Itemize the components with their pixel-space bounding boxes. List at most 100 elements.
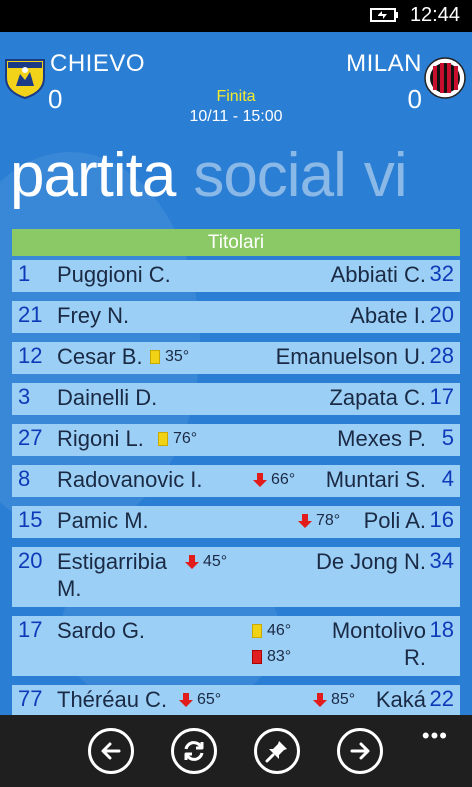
away-event: 85° bbox=[312, 691, 355, 709]
away-player-name: Emanuelson U. bbox=[275, 344, 426, 369]
lineup-row[interactable]: 12 Cesar B. 35° Emanuelson U. 28 bbox=[12, 342, 460, 374]
yellow-card-icon bbox=[150, 350, 160, 364]
away-player-name: Abbiati C. bbox=[330, 262, 426, 287]
lineup-row[interactable]: 8 Radovanovic I. 66° Muntari S. 4 bbox=[12, 465, 460, 497]
lineup-row[interactable]: 21 Frey N. Abate I. 20 bbox=[12, 301, 460, 333]
home-player-number: 27 bbox=[18, 425, 43, 450]
home-player-number: 1 bbox=[18, 261, 31, 286]
lineup-row[interactable]: 15 Pamic M. 78° Poli A. 16 bbox=[12, 506, 460, 538]
substitution-out-icon bbox=[253, 473, 267, 487]
event-minute: 78° bbox=[316, 512, 341, 529]
away-player-number: 17 bbox=[429, 384, 454, 409]
home-player-number: 20 bbox=[18, 548, 43, 573]
away-event-yellow: 46° bbox=[252, 622, 291, 640]
lineup-row[interactable]: 20 Estigarribia M. 45° De Jong N. 34 bbox=[12, 547, 460, 607]
event-minute: 85° bbox=[331, 691, 356, 708]
match-datetime: 10/11 - 15:00 bbox=[189, 108, 283, 125]
event-minute: 83° bbox=[267, 648, 292, 665]
lineup-row[interactable]: 17 Sardo G. 46° 83° Montolivo R. 18 bbox=[12, 616, 460, 676]
away-player-number: 5 bbox=[441, 425, 454, 450]
away-player-number: 22 bbox=[429, 686, 454, 711]
away-player-number: 32 bbox=[429, 261, 454, 286]
away-player-number: 16 bbox=[429, 507, 454, 532]
home-player-name: Dainelli D. bbox=[57, 385, 158, 410]
home-player-number: 12 bbox=[18, 343, 43, 368]
lineup-row[interactable]: 77 Théréau C. 65° 85° Kaká 22 bbox=[12, 685, 460, 715]
away-player-number: 20 bbox=[429, 302, 454, 327]
lineup-row[interactable]: 27 Rigoni L. 76° Mexes P. 5 bbox=[12, 424, 460, 456]
away-player-number: 34 bbox=[429, 548, 454, 573]
pivot-header: partita social vi bbox=[10, 140, 425, 211]
forward-button[interactable] bbox=[337, 728, 383, 774]
yellow-card-icon bbox=[158, 432, 168, 446]
tab-next[interactable]: vi bbox=[364, 141, 408, 210]
tab-partita[interactable]: partita bbox=[10, 141, 176, 210]
away-player-name: Montolivo R. bbox=[332, 617, 426, 671]
red-card-icon bbox=[252, 650, 262, 664]
substitution-out-icon bbox=[185, 555, 199, 569]
home-event: 45° bbox=[184, 553, 227, 571]
away-player-name: Kaká bbox=[375, 687, 426, 712]
home-event: 35° bbox=[150, 348, 189, 366]
home-player-name: Pamic M. bbox=[57, 508, 149, 533]
away-player-name-line2: R. bbox=[404, 645, 426, 670]
match-status: Finita bbox=[216, 88, 256, 105]
event-minute: 35° bbox=[165, 348, 190, 365]
away-player-number: 4 bbox=[441, 466, 454, 491]
lineup-row[interactable]: 3 Dainelli D. Zapata C. 17 bbox=[12, 383, 460, 415]
away-player-number: 18 bbox=[429, 617, 454, 642]
event-minute: 76° bbox=[173, 430, 198, 447]
substitution-out-icon bbox=[313, 693, 327, 707]
refresh-icon bbox=[184, 741, 204, 761]
away-player-number: 28 bbox=[429, 343, 454, 368]
substitution-out-icon bbox=[298, 514, 312, 528]
forward-arrow-icon bbox=[350, 742, 370, 760]
lineup-section-header: Titolari bbox=[12, 229, 460, 256]
event-minute: 65° bbox=[197, 691, 222, 708]
status-bar: 12:44 bbox=[0, 0, 472, 32]
home-player-name: Radovanovic I. bbox=[57, 467, 203, 492]
event-minute: 45° bbox=[203, 553, 228, 570]
battery-charging-icon bbox=[370, 8, 398, 22]
tab-social[interactable]: social bbox=[193, 141, 347, 210]
home-team-name: CHIEVO bbox=[50, 50, 146, 77]
home-event: 78° bbox=[297, 512, 340, 530]
home-player-number: 8 bbox=[18, 466, 31, 491]
away-event-red: 83° bbox=[252, 648, 291, 666]
pin-icon bbox=[265, 741, 287, 763]
home-player-name: Théréau C. bbox=[57, 687, 168, 712]
away-team-name: MILAN bbox=[346, 50, 422, 77]
status-time: 12:44 bbox=[409, 4, 460, 26]
away-player-name: Muntari S. bbox=[325, 467, 426, 492]
home-player-name: Estigarribia M. bbox=[57, 548, 167, 602]
away-player-name: De Jong N. bbox=[315, 549, 426, 574]
substitution-out-icon bbox=[179, 693, 193, 707]
home-player-number: 21 bbox=[18, 302, 43, 327]
home-player-name: Cesar B. bbox=[57, 344, 143, 369]
back-button[interactable] bbox=[88, 728, 134, 774]
lineup-list: 1 Puggioni C. Abbiati C. 32 21 Frey N. A… bbox=[12, 260, 460, 715]
home-event: 76° bbox=[158, 430, 197, 448]
lineup-row[interactable]: 1 Puggioni C. Abbiati C. 32 bbox=[12, 260, 460, 292]
home-player-number: 17 bbox=[18, 617, 43, 642]
home-player-number: 15 bbox=[18, 507, 43, 532]
refresh-button[interactable] bbox=[171, 728, 217, 774]
event-minute: 46° bbox=[267, 622, 292, 639]
away-player-name: Zapata C. bbox=[329, 385, 426, 410]
home-player-name-line2: M. bbox=[57, 576, 82, 601]
home-player-name-line1: Estigarribia bbox=[57, 549, 168, 574]
event-minute: 66° bbox=[271, 471, 296, 488]
pin-button[interactable] bbox=[254, 728, 300, 774]
home-event: 65° bbox=[178, 691, 221, 709]
home-player-name: Puggioni C. bbox=[57, 262, 171, 287]
home-event: 66° bbox=[252, 471, 295, 489]
away-player-name-line1: Montolivo bbox=[331, 618, 426, 643]
home-player-name: Rigoni L. bbox=[57, 426, 144, 451]
more-options-button[interactable]: ••• bbox=[422, 723, 448, 749]
away-player-name: Abate I. bbox=[350, 303, 426, 328]
away-player-name: Mexes P. bbox=[337, 426, 426, 451]
home-player-number: 3 bbox=[18, 384, 31, 409]
app-bar: ••• bbox=[0, 715, 472, 787]
home-player-number: 77 bbox=[18, 686, 43, 711]
yellow-card-icon bbox=[252, 624, 262, 638]
